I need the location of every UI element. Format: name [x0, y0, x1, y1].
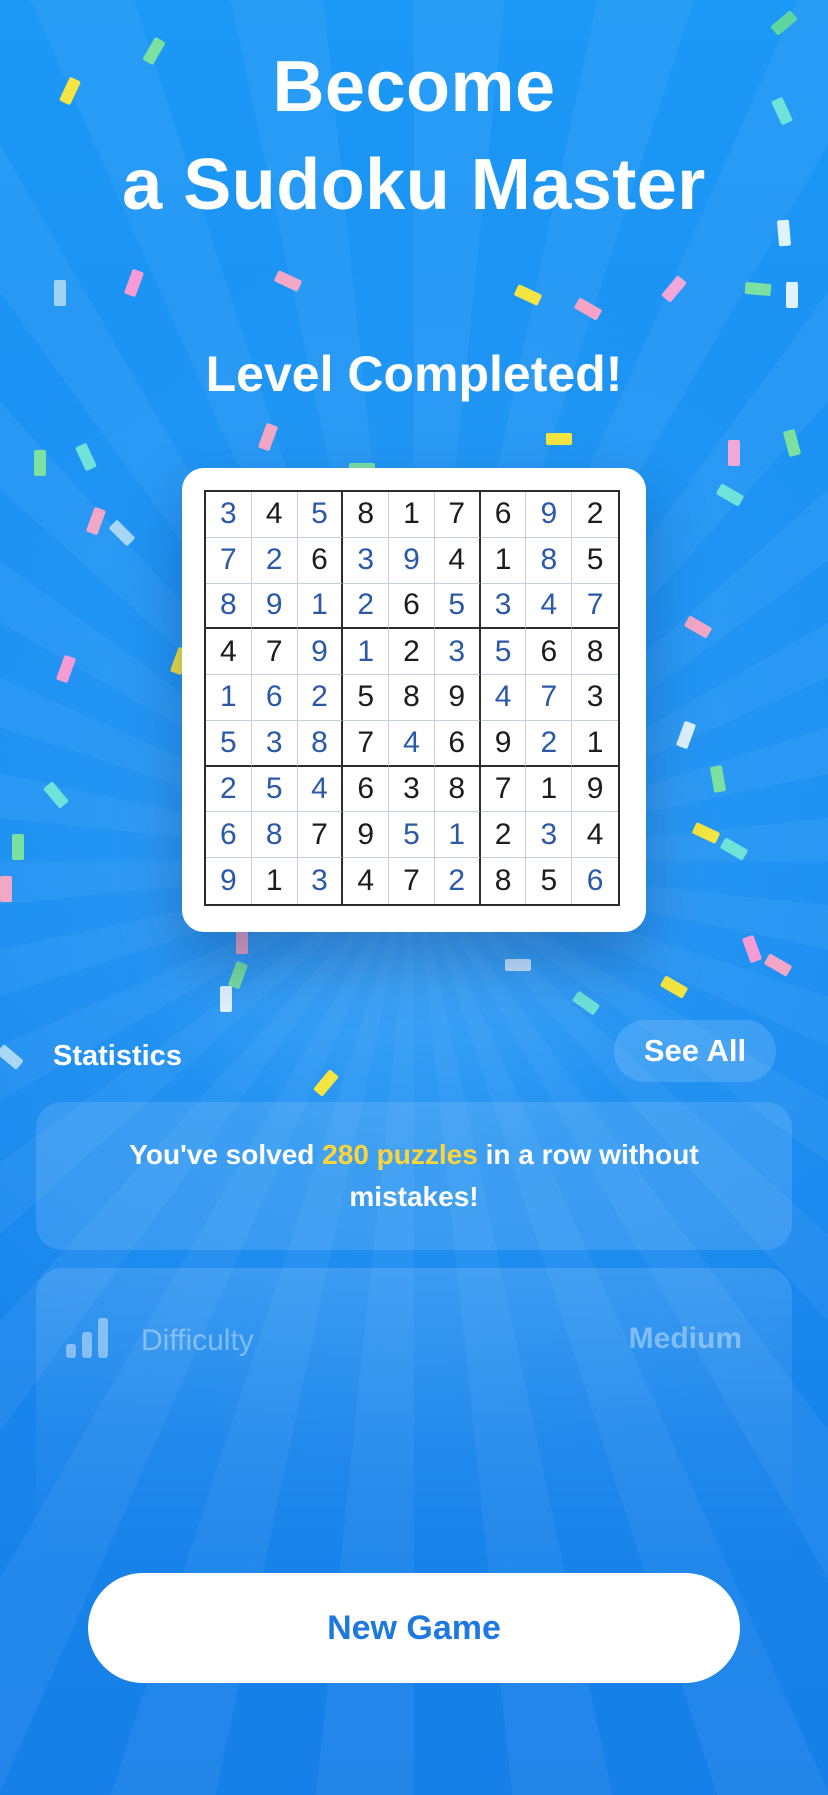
- sudoku-cell: 9: [251, 583, 298, 630]
- sudoku-cell: 4: [343, 858, 390, 904]
- sudoku-cell: 8: [434, 766, 481, 813]
- sudoku-cell: 6: [343, 766, 390, 813]
- sudoku-cell: 6: [434, 720, 481, 767]
- level-completed-message: Level Completed!: [205, 346, 623, 402]
- sudoku-cell: 3: [251, 720, 298, 767]
- difficulty-label: Difficulty: [141, 1324, 254, 1357]
- statistics-title: Statistics: [53, 1040, 182, 1072]
- sudoku-cell: 2: [343, 583, 390, 630]
- sudoku-cell: 9: [206, 858, 252, 904]
- sudoku-cell: 2: [526, 720, 573, 767]
- sudoku-cell: 7: [480, 766, 527, 813]
- sudoku-cell: 6: [251, 675, 298, 721]
- sudoku-cell: 3: [480, 583, 527, 630]
- sudoku-cell: 8: [526, 537, 573, 584]
- streak-message: You've solved 280 puzzles in a row witho…: [116, 1134, 712, 1218]
- sudoku-cell: 2: [297, 675, 344, 721]
- sudoku-cell: 2: [206, 766, 252, 813]
- sudoku-cell: 4: [297, 766, 344, 813]
- difficulty-card: Difficulty Medium: [36, 1268, 792, 1568]
- sudoku-cell: 9: [297, 629, 344, 676]
- sudoku-cell: 6: [206, 812, 252, 859]
- sudoku-cell: 8: [206, 583, 252, 630]
- sudoku-cell: 8: [343, 492, 390, 538]
- sudoku-cell: 8: [389, 675, 435, 721]
- sudoku-cell: 4: [206, 629, 252, 676]
- sudoku-cell: 1: [572, 721, 618, 767]
- sudoku-cell: 7: [206, 537, 252, 584]
- title-line-2: a Sudoku Master: [122, 145, 706, 225]
- sudoku-cell: 1: [526, 766, 573, 813]
- sudoku-cell: 5: [434, 583, 481, 630]
- sudoku-cell: 1: [434, 812, 481, 859]
- sudoku-grid: 3458176927263941858912653474791235681625…: [204, 490, 620, 906]
- sudoku-cell: 9: [480, 720, 527, 767]
- see-all-button[interactable]: See All: [614, 1020, 776, 1082]
- sudoku-cell: 3: [343, 537, 390, 584]
- sudoku-cell: 1: [343, 629, 390, 676]
- sudoku-cell: 9: [389, 537, 435, 584]
- sudoku-cell: 9: [434, 675, 481, 721]
- sudoku-cell: 5: [297, 492, 344, 538]
- page-title: Become a Sudoku Master: [0, 38, 828, 234]
- streak-prefix: You've solved: [129, 1139, 323, 1170]
- sudoku-cell: 3: [206, 492, 252, 538]
- sudoku-cell: 4: [480, 675, 527, 721]
- sudoku-board-card: 3458176927263941858912653474791235681625…: [182, 468, 646, 932]
- sudoku-cell: 6: [389, 583, 435, 630]
- sudoku-cell: 9: [343, 812, 390, 859]
- sudoku-cell: 1: [252, 858, 298, 904]
- sudoku-cell: 4: [526, 583, 573, 630]
- sudoku-cell: 4: [434, 537, 481, 584]
- sudoku-cell: 3: [434, 629, 481, 676]
- sudoku-cell: 1: [480, 537, 527, 584]
- sudoku-cell: 7: [572, 584, 618, 630]
- sudoku-cell: 8: [297, 720, 344, 767]
- sudoku-cell: 5: [572, 538, 618, 584]
- sudoku-cell: 9: [572, 767, 618, 813]
- sudoku-cell: 2: [572, 492, 618, 538]
- sudoku-cell: 6: [526, 629, 573, 676]
- sudoku-cell: 5: [526, 858, 573, 904]
- streak-card: You've solved 280 puzzles in a row witho…: [36, 1102, 792, 1250]
- sudoku-cell: 2: [435, 858, 481, 904]
- difficulty-value: Medium: [628, 1322, 742, 1355]
- sudoku-cell: 1: [206, 675, 252, 721]
- sudoku-cell: 3: [389, 766, 435, 813]
- sudoku-cell: 9: [526, 492, 573, 538]
- sudoku-cell: 6: [297, 537, 344, 584]
- sudoku-cell: 6: [586, 864, 604, 898]
- sudoku-cell: 1: [297, 583, 344, 630]
- sudoku-cell: 8: [251, 812, 298, 859]
- sudoku-cell: 5: [480, 629, 527, 676]
- sudoku-cell: 3: [526, 812, 573, 859]
- sudoku-cell: 3: [298, 858, 344, 904]
- new-game-button[interactable]: New Game: [88, 1573, 740, 1683]
- sudoku-cell: 4: [572, 812, 618, 859]
- sudoku-cell: 8: [481, 858, 527, 904]
- sudoku-cell: 5: [343, 675, 390, 721]
- sudoku-cell: 3: [572, 675, 618, 721]
- sudoku-cell: 2: [480, 812, 527, 859]
- sudoku-cell: 7: [343, 720, 390, 767]
- sudoku-cell: 6: [480, 492, 527, 538]
- sudoku-cell: 4: [389, 720, 435, 767]
- sudoku-cell: 7: [297, 812, 344, 859]
- sudoku-cell: 8: [572, 629, 618, 676]
- sudoku-cell: 7: [389, 858, 435, 904]
- title-line-1: Become: [272, 47, 556, 127]
- sudoku-cell: 5: [389, 812, 435, 859]
- sudoku-cell: 4: [251, 492, 298, 538]
- streak-highlight: 280 puzzles: [322, 1139, 478, 1170]
- sudoku-cell: 2: [389, 629, 435, 676]
- sudoku-cell: 2: [251, 537, 298, 584]
- sudoku-cell: 7: [251, 629, 298, 676]
- sudoku-cell: 1: [389, 492, 435, 538]
- sudoku-cell: 5: [251, 766, 298, 813]
- sudoku-cell: 7: [526, 675, 573, 721]
- sudoku-cell: 5: [206, 720, 252, 767]
- signal-bars-icon: [66, 1318, 108, 1358]
- sudoku-cell: 7: [434, 492, 481, 538]
